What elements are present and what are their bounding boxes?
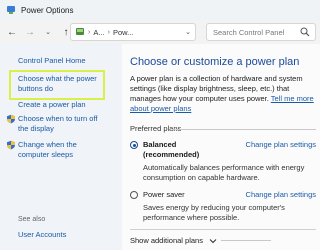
sidebar-item-label: Change when the computer sleeps bbox=[18, 140, 77, 159]
plan-power-saver: Power saver Change plan settings Saves e… bbox=[130, 190, 316, 223]
plan-balanced: Balanced (recommended) Change plan setti… bbox=[130, 140, 316, 183]
change-plan-settings-link[interactable]: Change plan settings bbox=[246, 140, 316, 150]
plan-radio-power-saver[interactable] bbox=[130, 191, 138, 199]
breadcrumb-control-panel[interactable]: A... bbox=[93, 28, 104, 37]
section-divider bbox=[172, 129, 316, 130]
intro-text: A power plan is a collection of hardware… bbox=[130, 74, 314, 113]
recent-locations-button[interactable]: ⌄ bbox=[40, 23, 56, 41]
user-accounts-link[interactable]: User Accounts bbox=[18, 230, 66, 240]
change-plan-settings-link[interactable]: Change plan settings bbox=[246, 190, 316, 200]
title-bar: Power Options bbox=[0, 0, 320, 20]
control-panel-home-link[interactable]: Control Panel Home bbox=[18, 56, 86, 66]
window-title: Power Options bbox=[21, 5, 74, 15]
plan-description: Saves energy by reducing your computer's… bbox=[143, 203, 285, 222]
search-input[interactable]: Search Control Panel bbox=[206, 23, 316, 41]
sidebar: Control Panel Home Choose what the power… bbox=[0, 44, 122, 250]
breadcrumb-separator: › bbox=[88, 28, 91, 36]
show-additional-plans-label: Show additional plans bbox=[130, 236, 203, 245]
breadcrumb-separator: › bbox=[107, 28, 110, 36]
sidebar-item-turn-off-display[interactable]: Choose when to turn off the display bbox=[6, 114, 108, 134]
main-content: Choose or customize a power plan A power… bbox=[122, 44, 320, 250]
address-dropdown-icon[interactable]: ⌄ bbox=[185, 28, 191, 36]
plan-name[interactable]: Power saver bbox=[143, 190, 223, 200]
breadcrumb-power-options[interactable]: Pow... bbox=[113, 28, 133, 37]
back-button[interactable]: ← bbox=[4, 23, 20, 41]
see-also-heading: See also bbox=[18, 216, 46, 223]
plan-name[interactable]: Balanced (recommended) bbox=[143, 140, 223, 160]
power-options-icon bbox=[7, 6, 15, 14]
address-bar[interactable]: › A... › Pow... ⌄ bbox=[70, 23, 196, 41]
sidebar-item-create-plan[interactable]: Create a power plan bbox=[18, 100, 108, 110]
section-divider bbox=[130, 229, 316, 230]
search-placeholder: Search Control Panel bbox=[213, 27, 285, 37]
shield-icon bbox=[7, 114, 15, 124]
plan-radio-balanced[interactable] bbox=[130, 141, 138, 149]
show-additional-plans-toggle[interactable]: Show additional plans bbox=[130, 236, 271, 245]
section-divider bbox=[220, 240, 271, 241]
shield-icon bbox=[7, 140, 15, 150]
sidebar-item-label: Choose what the power buttons do bbox=[18, 74, 97, 93]
sidebar-item-computer-sleeps[interactable]: Change when the computer sleeps bbox=[6, 140, 108, 160]
plan-description: Automatically balances performance with … bbox=[143, 163, 305, 182]
sidebar-item-label: Create a power plan bbox=[18, 100, 86, 109]
page-title: Choose or customize a power plan bbox=[130, 56, 300, 68]
forward-button[interactable]: → bbox=[22, 23, 38, 41]
chevron-down-icon bbox=[209, 238, 217, 243]
control-panel-icon bbox=[76, 28, 84, 35]
navigation-bar: ← → ⌄ ↑ › A... › Pow... ⌄ Search Control… bbox=[0, 20, 320, 44]
search-icon[interactable] bbox=[300, 27, 310, 37]
sidebar-item-power-buttons[interactable]: Choose what the power buttons do bbox=[6, 74, 108, 94]
sidebar-item-label: Choose when to turn off the display bbox=[18, 114, 98, 133]
